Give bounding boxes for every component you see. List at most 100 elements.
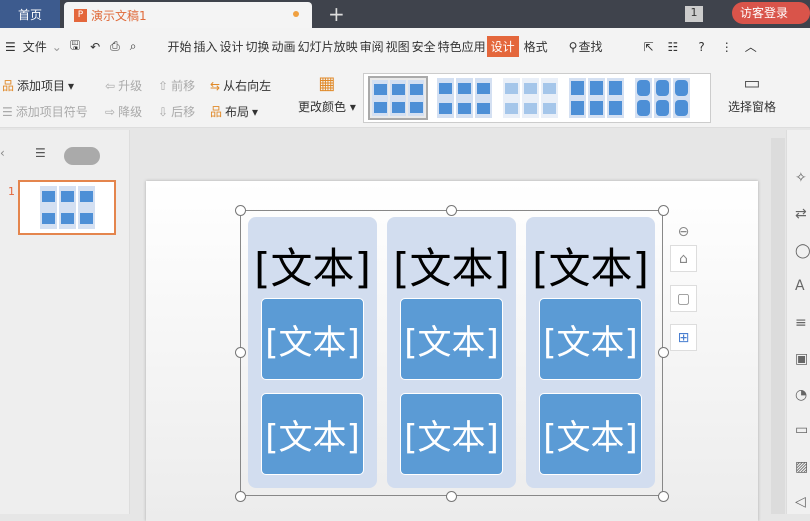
slide-number: 1	[8, 185, 15, 198]
move-down-button[interactable]: ⇩ 后移	[158, 103, 195, 120]
promote-button[interactable]: ⇦ 升级	[105, 77, 142, 94]
style-option[interactable]	[632, 76, 692, 120]
smartart-item-box[interactable]: [文本]	[400, 298, 503, 380]
demote-button[interactable]: ⇨ 降级	[105, 103, 142, 120]
style-option[interactable]	[566, 76, 626, 120]
right-toolbar: ✧ ⇄ ◯ A ≡ ▣ ◔ ▭ ▨ ◁	[786, 130, 810, 514]
smartart-column[interactable]: [文本] [文本] [文本]	[387, 217, 516, 488]
smartart-item-box[interactable]: [文本]	[539, 393, 642, 475]
menu-transition[interactable]: 切换	[245, 38, 271, 55]
resize-handle[interactable]	[446, 205, 457, 216]
animation-icon[interactable]: ✧	[795, 170, 807, 186]
resize-handle[interactable]	[658, 491, 669, 502]
smartart-column[interactable]: [文本] [文本] [文本]	[248, 217, 377, 488]
print-icon[interactable]: ⎙	[110, 39, 120, 54]
find-button[interactable]: 查找	[577, 38, 603, 55]
preview-icon[interactable]: ⌕	[130, 39, 137, 54]
shape-icon[interactable]: ◯	[795, 243, 810, 259]
smartart-item-box[interactable]: [文本]	[539, 298, 642, 380]
add-bullet-button[interactable]: ☰ 添加项目符号	[2, 103, 88, 120]
column-header-text[interactable]: [文本]	[526, 235, 655, 296]
more-icon[interactable]: ⋮	[721, 40, 733, 54]
resize-handle[interactable]	[235, 347, 246, 358]
layout-button[interactable]: 品布局 ▾	[210, 103, 258, 120]
share-icon[interactable]: ⇱	[643, 40, 653, 54]
arrow-up-icon: ⇧	[158, 78, 169, 93]
layout-options-icon: ⊞	[677, 329, 690, 346]
shape-outline-button[interactable]: ▢	[670, 285, 697, 312]
menu-features[interactable]: 特色应用	[437, 38, 487, 55]
style-option[interactable]	[368, 76, 428, 120]
slide-view-toggle[interactable]	[64, 147, 100, 165]
column-header-text[interactable]: [文本]	[248, 235, 377, 296]
layout-label: 布局	[225, 105, 250, 119]
layout-options-button[interactable]: ⊞	[670, 324, 697, 351]
selection-pane-label: 选择窗格	[728, 100, 777, 114]
tab-home[interactable]: 首页	[0, 0, 60, 28]
change-color-button[interactable]: ▦ 更改颜色 ▾	[298, 73, 356, 115]
menu-format[interactable]: 格式	[523, 38, 549, 55]
rtl-label: 从右向左	[223, 79, 272, 93]
menu-review[interactable]: 审阅	[359, 38, 385, 55]
guest-login-button[interactable]: 访客登录	[732, 2, 810, 24]
shape-fill-button[interactable]: ⌂	[670, 245, 697, 272]
collapse-icon[interactable]: ⊖	[670, 218, 697, 245]
search-icon[interactable]: ⚲	[569, 40, 578, 54]
save-icon[interactable]: 🖫	[70, 36, 80, 57]
window-count-badge[interactable]: 1	[685, 6, 703, 22]
text-style-icon[interactable]: A	[795, 278, 805, 294]
menu-animation[interactable]: 动画	[271, 38, 297, 55]
add-item-button[interactable]: 品添加项目 ▾	[2, 77, 74, 94]
vertical-scrollbar[interactable]	[771, 138, 785, 514]
demote-label: 降级	[118, 105, 143, 119]
menu-design[interactable]: 设计	[219, 38, 245, 55]
resize-handle[interactable]	[235, 205, 246, 216]
menu-slideshow[interactable]: 幻灯片放映	[297, 38, 359, 55]
selection-pane-icon: ▭	[743, 73, 761, 94]
selection-pane-button[interactable]: ▭ 选择窗格	[728, 73, 776, 115]
properties-icon[interactable]: ≡	[795, 315, 807, 331]
resize-handle[interactable]	[235, 491, 246, 502]
smartart-item-box[interactable]: [文本]	[261, 298, 364, 380]
menu-bar: ☰ 文件 ⌄ 🖫 ↶ ⎙ ⌕ 开始 插入 设计 切换 动画 幻灯片放映 审阅 视…	[0, 28, 810, 65]
tab-document[interactable]: P 演示文稿1	[64, 2, 312, 28]
image-icon[interactable]: ▨	[795, 459, 808, 475]
undo-icon[interactable]: ↶	[90, 40, 100, 54]
smartart-column[interactable]: [文本] [文本] [文本]	[526, 217, 655, 488]
move-up-label: 前移	[171, 79, 196, 93]
style-option[interactable]	[434, 76, 494, 120]
new-tab-button[interactable]: +	[328, 2, 345, 26]
smartart-item-box[interactable]: [文本]	[261, 393, 364, 475]
menu-start[interactable]: 开始	[166, 38, 192, 55]
right-to-left-button[interactable]: ⇆ 从右向左	[210, 77, 271, 94]
menu-file[interactable]: 文件	[22, 38, 48, 55]
slide-thumbnail[interactable]	[18, 180, 116, 235]
backup-icon[interactable]: ◔	[795, 387, 807, 403]
resize-handle[interactable]	[446, 491, 457, 502]
box-icon[interactable]: ▭	[795, 422, 808, 438]
column-header-text[interactable]: [文本]	[387, 235, 516, 296]
style-option[interactable]	[500, 76, 560, 120]
smartart-item-box[interactable]: [文本]	[400, 393, 503, 475]
menu-smartart-design[interactable]: 设计	[486, 36, 519, 57]
change-color-label: 更改颜色	[298, 100, 347, 114]
notes-icon[interactable]: ☷	[668, 40, 679, 54]
outline-view-icon[interactable]: ☰	[35, 146, 46, 160]
chevron-down-icon[interactable]: ⌄	[52, 40, 62, 54]
transition-icon[interactable]: ⇄	[795, 206, 807, 222]
collapse-ribbon-icon[interactable]: ︿	[745, 38, 757, 55]
menu-insert[interactable]: 插入	[193, 38, 219, 55]
picture-icon[interactable]: ▣	[795, 351, 808, 367]
promote-label: 升级	[118, 79, 143, 93]
resize-handle[interactable]	[658, 205, 669, 216]
collapse-panel-icon[interactable]: ‹	[0, 146, 5, 160]
fill-icon: ⌂	[679, 250, 688, 267]
menu-view[interactable]: 视图	[385, 38, 411, 55]
resize-handle[interactable]	[658, 347, 669, 358]
move-up-button[interactable]: ⇧ 前移	[158, 77, 195, 94]
hamburger-icon[interactable]: ☰	[5, 40, 16, 54]
menu-security[interactable]: 安全	[411, 38, 437, 55]
add-item-icon: 品	[2, 79, 15, 93]
sound-icon[interactable]: ◁	[795, 494, 806, 510]
help-icon[interactable]: ?	[698, 40, 704, 54]
